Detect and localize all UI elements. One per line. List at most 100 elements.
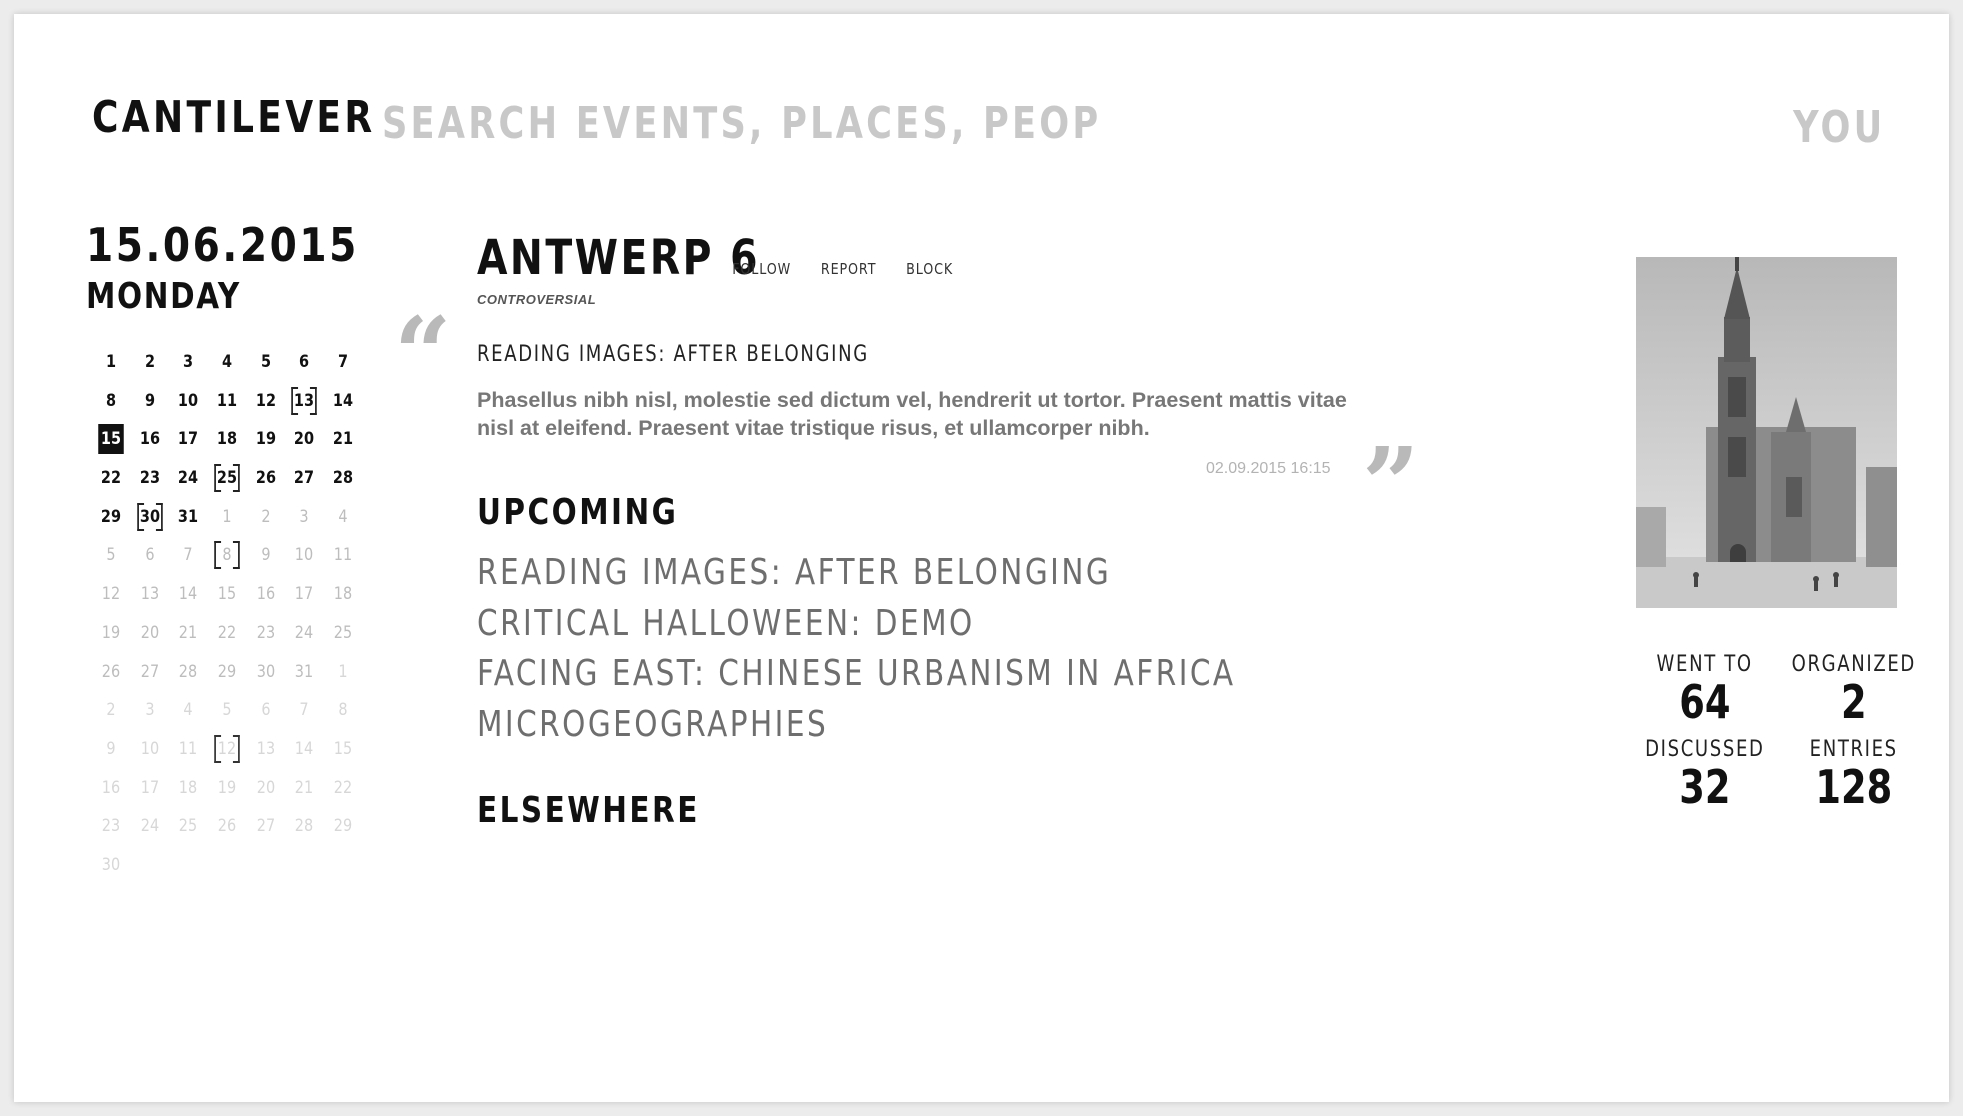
- calendar-day[interactable]: 4: [330, 502, 356, 532]
- search-input[interactable]: [382, 98, 1102, 149]
- calendar-day[interactable]: 6: [137, 540, 163, 570]
- calendar-day[interactable]: 14: [330, 386, 356, 416]
- calendar-day[interactable]: 19: [214, 773, 240, 803]
- calendar-day[interactable]: 25: [176, 811, 202, 841]
- calendar-day[interactable]: 24: [292, 618, 318, 648]
- calendar-day[interactable]: 3: [176, 347, 202, 377]
- calendar-day[interactable]: 25: [214, 463, 240, 493]
- calendar-day[interactable]: 10: [292, 540, 318, 570]
- follow-button[interactable]: FOLLOW: [732, 260, 791, 278]
- calendar-day[interactable]: 25: [330, 618, 356, 648]
- report-button[interactable]: REPORT: [821, 260, 876, 278]
- calendar-day[interactable]: 29: [330, 811, 356, 841]
- calendar-day[interactable]: 26: [98, 657, 124, 687]
- calendar-day[interactable]: 28: [292, 811, 318, 841]
- calendar-day[interactable]: 20: [137, 618, 163, 648]
- calendar-day[interactable]: 31: [176, 502, 202, 532]
- calendar-day[interactable]: 26: [253, 463, 279, 493]
- calendar-day[interactable]: 23: [98, 811, 124, 841]
- block-button[interactable]: BLOCK: [906, 260, 953, 278]
- calendar-day[interactable]: 2: [137, 347, 163, 377]
- calendar-day[interactable]: 29: [214, 657, 240, 687]
- calendar-day[interactable]: 21: [176, 618, 202, 648]
- calendar-day[interactable]: 9: [98, 734, 124, 764]
- calendar-day[interactable]: 3: [137, 695, 163, 725]
- calendar-day[interactable]: 30: [98, 850, 124, 880]
- calendar-day[interactable]: 4: [214, 347, 240, 377]
- calendar-day[interactable]: 16: [253, 579, 279, 609]
- calendar-day[interactable]: 2: [98, 695, 124, 725]
- upcoming-item[interactable]: READING IMAGES: AFTER BELONGING: [477, 548, 1236, 599]
- calendar-day[interactable]: 21: [292, 773, 318, 803]
- calendar-day[interactable]: 19: [98, 618, 124, 648]
- calendar-day[interactable]: 10: [176, 386, 202, 416]
- calendar-day[interactable]: 8: [330, 695, 356, 725]
- calendar-day[interactable]: 1: [330, 657, 356, 687]
- calendar-day[interactable]: 1: [214, 502, 240, 532]
- calendar-day[interactable]: 29: [98, 502, 124, 532]
- calendar-day[interactable]: 6: [253, 695, 279, 725]
- calendar-day[interactable]: 3: [292, 502, 318, 532]
- calendar-day[interactable]: 17: [137, 773, 163, 803]
- user-menu-button[interactable]: YOU: [1793, 102, 1885, 153]
- entry-title[interactable]: READING IMAGES: AFTER BELONGING: [477, 342, 869, 367]
- calendar-day[interactable]: 23: [137, 463, 163, 493]
- calendar-day[interactable]: 31: [292, 657, 318, 687]
- calendar-day[interactable]: 12: [253, 386, 279, 416]
- calendar-day[interactable]: 10: [137, 734, 163, 764]
- app-logo[interactable]: CANTILEVER: [92, 92, 375, 143]
- calendar-day[interactable]: 8: [98, 386, 124, 416]
- calendar-day[interactable]: 18: [214, 424, 240, 454]
- calendar-day[interactable]: 18: [330, 579, 356, 609]
- calendar-day[interactable]: 20: [253, 773, 279, 803]
- calendar-day[interactable]: 15: [214, 579, 240, 609]
- calendar-day[interactable]: 1: [98, 347, 124, 377]
- calendar-day[interactable]: 7: [176, 540, 202, 570]
- calendar-day[interactable]: 4: [176, 695, 202, 725]
- calendar-day[interactable]: 17: [292, 579, 318, 609]
- calendar-day[interactable]: 27: [137, 657, 163, 687]
- calendar-day[interactable]: 27: [253, 811, 279, 841]
- calendar-day[interactable]: 28: [330, 463, 356, 493]
- calendar-day-selected[interactable]: 15: [98, 424, 124, 455]
- calendar-day[interactable]: 20: [292, 424, 318, 454]
- calendar-day[interactable]: 9: [253, 540, 279, 570]
- calendar-day[interactable]: 19: [253, 424, 279, 454]
- calendar-day[interactable]: 30: [253, 657, 279, 687]
- calendar-day[interactable]: 7: [292, 695, 318, 725]
- calendar-day[interactable]: 11: [176, 734, 202, 764]
- calendar-day[interactable]: 21: [330, 424, 356, 454]
- calendar-day[interactable]: 12: [98, 579, 124, 609]
- calendar-day[interactable]: 9: [137, 386, 163, 416]
- calendar-day[interactable]: 23: [253, 618, 279, 648]
- calendar-day[interactable]: 14: [292, 734, 318, 764]
- calendar-day[interactable]: 16: [137, 424, 163, 454]
- calendar-day[interactable]: 7: [330, 347, 356, 377]
- calendar-day[interactable]: 18: [176, 773, 202, 803]
- calendar-day[interactable]: 11: [214, 386, 240, 416]
- calendar-day[interactable]: 27: [292, 463, 318, 493]
- calendar-day[interactable]: 2: [253, 502, 279, 532]
- calendar-day[interactable]: 15: [330, 734, 356, 764]
- calendar-day[interactable]: 30: [136, 502, 163, 532]
- calendar-day[interactable]: 14: [176, 579, 202, 609]
- upcoming-item[interactable]: MICROGEOGRAPHIES: [477, 700, 1236, 751]
- calendar-day[interactable]: 24: [137, 811, 163, 841]
- calendar-day[interactable]: 12: [214, 734, 240, 764]
- calendar-day[interactable]: 16: [98, 773, 124, 803]
- calendar-day[interactable]: 22: [98, 463, 124, 493]
- calendar-day[interactable]: 22: [214, 618, 240, 648]
- calendar-day[interactable]: 26: [214, 811, 240, 841]
- calendar-day[interactable]: 8: [214, 540, 240, 570]
- calendar-day[interactable]: 5: [98, 540, 124, 570]
- calendar-day[interactable]: 11: [330, 540, 356, 570]
- calendar-day[interactable]: 6: [292, 347, 318, 377]
- calendar-day[interactable]: 5: [253, 347, 279, 377]
- calendar-day[interactable]: 28: [176, 657, 202, 687]
- upcoming-item[interactable]: FACING EAST: CHINESE URBANISM IN AFRICA: [477, 649, 1236, 700]
- calendar-day[interactable]: 13: [137, 579, 163, 609]
- calendar-day[interactable]: 13: [253, 734, 279, 764]
- calendar-day[interactable]: 17: [176, 424, 202, 454]
- calendar-day[interactable]: 24: [176, 463, 202, 493]
- calendar-day[interactable]: 22: [330, 773, 356, 803]
